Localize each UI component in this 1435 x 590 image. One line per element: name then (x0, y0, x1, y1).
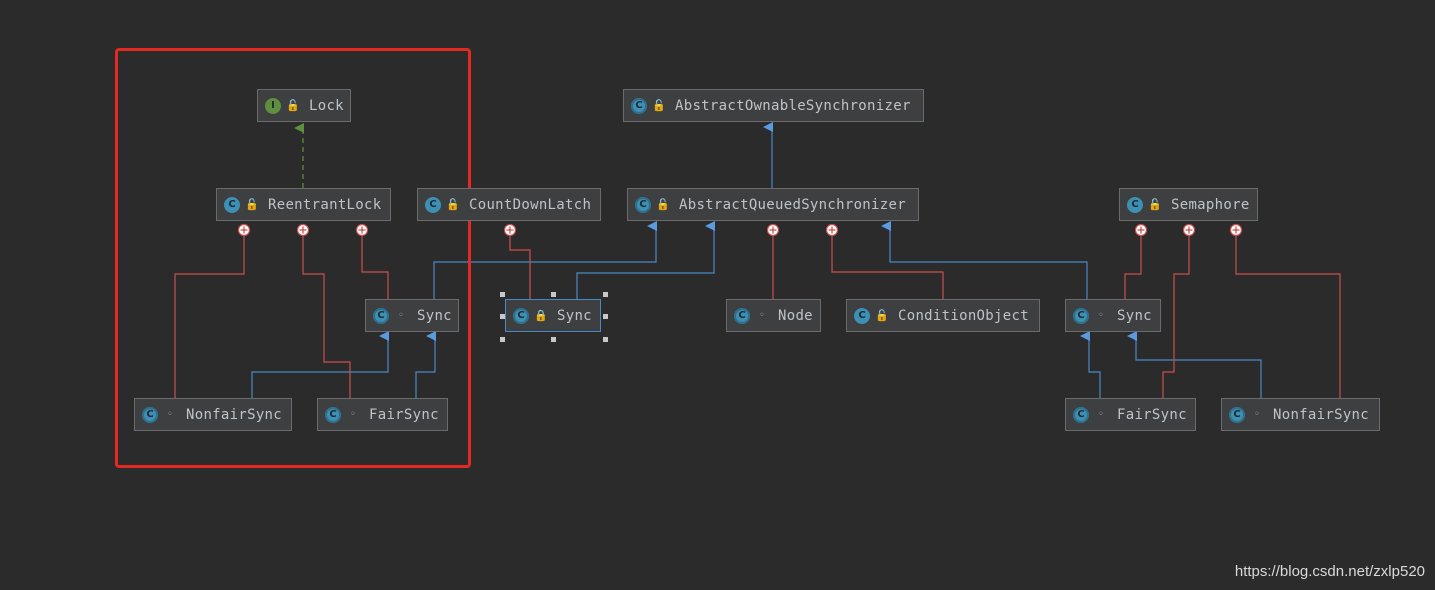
package-private-icon: ◦ (350, 409, 356, 420)
public-unlock-icon: 🔓 (652, 99, 666, 112)
package-private-icon: ◦ (1098, 409, 1104, 420)
selection-handle[interactable] (603, 337, 608, 342)
node-label: ConditionObject (898, 307, 1029, 324)
node-label: FairSync (1117, 406, 1187, 423)
static-class-icon: C (734, 307, 750, 324)
plus-marker (503, 223, 517, 237)
node-label: NonfairSync (1273, 406, 1370, 423)
node-label: NonfairSync (186, 406, 283, 423)
plus-marker (825, 223, 839, 237)
node-semaphore[interactable]: C 🔓 Semaphore (1119, 188, 1258, 221)
node-countdownlatch-sync[interactable]: C 🔒 Sync (505, 299, 601, 332)
public-unlock-icon: 🔓 (1148, 198, 1162, 211)
node-label: AbstractQueuedSynchronizer (679, 196, 906, 213)
class-icon: C (425, 196, 441, 213)
public-unlock-icon: 🔓 (446, 198, 460, 211)
static-class-icon: C (513, 307, 529, 324)
public-unlock-icon: 🔓 (286, 99, 300, 112)
node-reentrantlock[interactable]: C 🔓 ReentrantLock (216, 188, 391, 221)
package-private-icon: ◦ (167, 409, 173, 420)
selection-handle[interactable] (551, 337, 556, 342)
plus-marker (766, 223, 780, 237)
plus-marker (1134, 223, 1148, 237)
node-semaphore-sync[interactable]: C ◦ Sync (1065, 299, 1161, 332)
edge-sem-inner-fair (1162, 235, 1190, 398)
selection-handle[interactable] (551, 292, 556, 297)
edge-sem-inner-sync (1124, 235, 1142, 299)
abstract-class-icon: C (373, 307, 389, 324)
node-countdownlatch[interactable]: C 🔓 CountDownLatch (417, 188, 601, 221)
node-reentrantlock-fairsync[interactable]: C ◦ FairSync (317, 398, 448, 431)
node-label: ReentrantLock (268, 196, 382, 213)
node-label: Sync (1117, 307, 1152, 324)
public-unlock-icon: 🔓 (245, 198, 259, 211)
watermark: https://blog.csdn.net/zxlp520 (1234, 563, 1425, 580)
node-label: Lock (309, 97, 344, 114)
node-aqs-node[interactable]: C ◦ Node (726, 299, 821, 332)
node-label: CountDownLatch (469, 196, 592, 213)
class-icon: C (1127, 196, 1143, 213)
node-label: AbstractOwnableSynchronizer (675, 97, 911, 114)
node-semaphore-fairsync[interactable]: C ◦ FairSync (1065, 398, 1196, 431)
package-private-icon: ◦ (759, 310, 765, 321)
class-icon: C (854, 307, 870, 324)
selection-handle[interactable] (603, 314, 608, 319)
plus-marker (1182, 223, 1196, 237)
class-icon: C (224, 196, 240, 213)
public-unlock-icon: 🔓 (875, 309, 889, 322)
node-label: Semaphore (1171, 196, 1250, 213)
selection-handle[interactable] (603, 292, 608, 297)
node-reentrantlock-sync[interactable]: C ◦ Sync (365, 299, 459, 332)
edge-sem-fair-extends-sync (1080, 331, 1101, 398)
static-class-icon: C (1229, 406, 1245, 423)
node-reentrantlock-nonfairsync[interactable]: C ◦ NonfairSync (134, 398, 292, 431)
edge-sem-inner-nonfair (1235, 235, 1341, 398)
package-private-icon: ◦ (398, 310, 404, 321)
selection-handle[interactable] (500, 314, 505, 319)
package-private-icon: ◦ (1098, 310, 1104, 321)
edge-sem-sync-extends-aqs (881, 221, 1088, 299)
static-class-icon: C (142, 406, 158, 423)
static-class-icon: C (325, 406, 341, 423)
node-abstractqueuedsynchronizer[interactable]: C 🔓 AbstractQueuedSynchronizer (627, 188, 919, 221)
edge-cdl-inner-sync (509, 235, 531, 299)
private-lock-icon: 🔒 (534, 309, 548, 322)
selection-handle[interactable] (500, 292, 505, 297)
plus-marker (1229, 223, 1243, 237)
edge-sem-nonfair-extends-sync (1127, 331, 1262, 398)
node-label: FairSync (369, 406, 439, 423)
selection-handle[interactable] (500, 337, 505, 342)
node-abstractownablesynchronizer[interactable]: C 🔓 AbstractOwnableSynchronizer (623, 89, 924, 122)
node-label: Node (778, 307, 813, 324)
edge-aqs-inner-condition (831, 235, 944, 299)
abstract-class-icon: C (635, 196, 651, 213)
public-unlock-icon: 🔓 (656, 198, 670, 211)
interface-icon: I (265, 97, 281, 114)
node-label: Sync (557, 307, 592, 324)
static-class-icon: C (1073, 406, 1089, 423)
package-private-icon: ◦ (1254, 409, 1260, 420)
node-label: Sync (417, 307, 452, 324)
node-semaphore-nonfairsync[interactable]: C ◦ NonfairSync (1221, 398, 1380, 431)
node-aqs-conditionobject[interactable]: C 🔓 ConditionObject (846, 299, 1040, 332)
abstract-class-icon: C (1073, 307, 1089, 324)
node-lock[interactable]: I 🔓 Lock (257, 89, 351, 122)
abstract-class-icon: C (631, 97, 647, 114)
